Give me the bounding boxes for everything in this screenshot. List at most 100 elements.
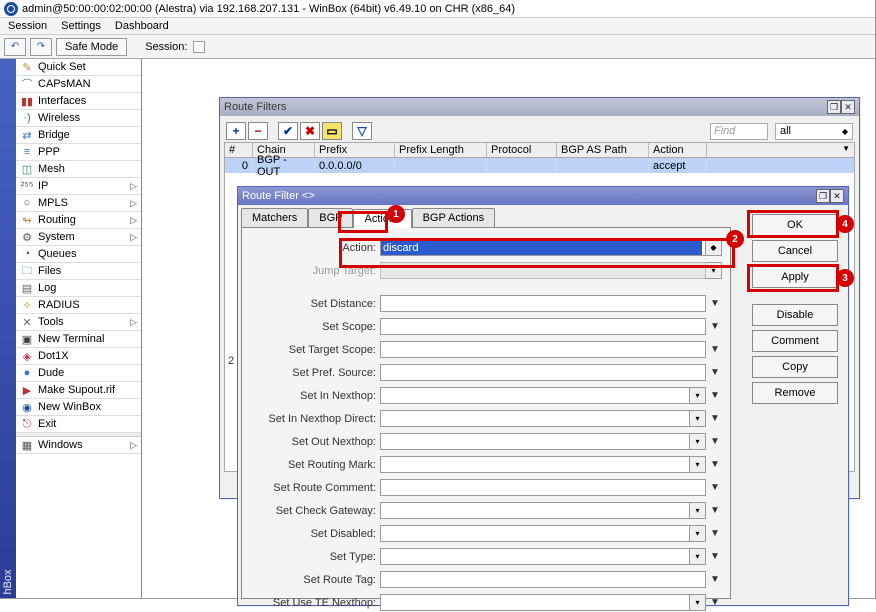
add-chevron-icon[interactable]: ▼ [708,410,722,427]
sidebar-item-bridge[interactable]: ⇄Bridge [16,127,141,144]
add-chevron-icon[interactable]: ▼ [708,318,722,335]
sidebar-item-new-winbox[interactable]: ◉New WinBox [16,399,141,416]
sidebar-item-new-terminal[interactable]: ▣New Terminal [16,331,141,348]
field-input[interactable] [380,341,706,358]
th-prefixlen[interactable]: Prefix Length [395,143,487,157]
comment-button[interactable]: Comment [752,330,838,352]
apply-button[interactable]: Apply [752,266,838,288]
field-input[interactable]: discard [380,239,706,256]
redo-button[interactable]: ↷ [30,38,52,56]
restore-icon[interactable]: ❐ [816,189,830,203]
sidebar-item-files[interactable]: 🗀Files [16,263,141,280]
tab-bgp[interactable]: BGP [308,208,353,227]
dropdown-icon[interactable]: ◆ [706,239,722,256]
sidebar-item-make-supout-rif[interactable]: ▶Make Supout.rif [16,382,141,399]
menu-session[interactable]: Session [8,20,47,32]
filter-button[interactable]: ▽ [352,122,372,140]
add-chevron-icon[interactable]: ▼ [708,295,722,312]
add-chevron-icon[interactable]: ▼ [708,525,722,542]
add-chevron-icon[interactable]: ▼ [708,341,722,358]
cancel-button[interactable]: Cancel [752,240,838,262]
table-row[interactable]: 0 BGP - OUT 0.0.0.0/0 accept [225,158,854,173]
sidebar-item-queues[interactable]: ◔Queues [16,246,141,263]
sidebar-item-ppp[interactable]: ≡PPP [16,144,141,161]
sidebar-item-wireless[interactable]: ·)Wireless [16,110,141,127]
sidebar-item-system[interactable]: ⚙System▷ [16,229,141,246]
field-input[interactable] [380,387,690,404]
th-prefix[interactable]: Prefix [315,143,395,157]
sidebar-item-capsman[interactable]: ⌒CAPsMAN [16,76,141,93]
copy-button[interactable]: Copy [752,356,838,378]
tab-bgp-actions[interactable]: BGP Actions [412,208,496,227]
chevron-down-icon[interactable]: ▼ [842,144,850,153]
add-chevron-icon[interactable]: ▼ [708,548,722,565]
all-filter-select[interactable]: all ◆ [775,123,853,140]
field-input[interactable] [380,364,706,381]
field-input[interactable] [380,502,690,519]
sidebar-item-tools[interactable]: ✕Tools▷ [16,314,141,331]
field-input[interactable] [380,410,690,427]
enable-button[interactable]: ✔ [278,122,298,140]
restore-icon[interactable]: ❐ [827,100,841,114]
route-filters-titlebar[interactable]: Route Filters ❐ ✕ [220,98,859,116]
add-chevron-icon[interactable]: ▼ [708,433,722,450]
sidebar-item-ip[interactable]: ²⁵⁵IP▷ [16,178,141,195]
comment-button[interactable]: ▭ [322,122,342,140]
tab-actions[interactable]: Actions [353,209,411,228]
sidebar-item-routing[interactable]: ↬Routing▷ [16,212,141,229]
dropdown-icon[interactable]: ▾ [706,262,722,279]
field-input[interactable] [380,456,690,473]
th-action[interactable]: Action [649,143,707,157]
add-chevron-icon[interactable]: ▼ [708,594,722,611]
sidebar-item-mesh[interactable]: ◫Mesh [16,161,141,178]
menu-settings[interactable]: Settings [61,20,101,32]
field-input[interactable] [380,433,690,450]
dropdown-icon[interactable]: ▾ [690,525,706,542]
menu-dashboard[interactable]: Dashboard [115,20,169,32]
dropdown-icon[interactable]: ▾ [690,387,706,404]
th-protocol[interactable]: Protocol [487,143,557,157]
safe-mode-button[interactable]: Safe Mode [56,38,127,56]
dropdown-icon[interactable]: ▾ [690,433,706,450]
field-input[interactable] [380,548,690,565]
sidebar-item-interfaces[interactable]: ▮▮Interfaces [16,93,141,110]
tab-matchers[interactable]: Matchers [241,208,308,227]
close-icon[interactable]: ✕ [830,189,844,203]
sidebar-item-dude[interactable]: ●Dude [16,365,141,382]
add-chevron-icon[interactable]: ▼ [708,479,722,496]
sidebar-item-mpls[interactable]: ○MPLS▷ [16,195,141,212]
field-input[interactable] [380,318,706,335]
route-filter-titlebar[interactable]: Route Filter <> ❐ ✕ [238,187,848,205]
add-chevron-icon[interactable]: ▼ [708,571,722,588]
sidebar-item-radius[interactable]: ✧RADIUS [16,297,141,314]
add-chevron-icon[interactable]: ▼ [708,387,722,404]
field-input[interactable] [380,594,690,611]
dropdown-icon[interactable]: ▾ [690,410,706,427]
field-input[interactable] [380,571,706,588]
remove-button[interactable]: − [248,122,268,140]
disable-button[interactable]: Disable [752,304,838,326]
field-input[interactable] [380,262,706,279]
field-input[interactable] [380,479,706,496]
dropdown-icon[interactable]: ▾ [690,594,706,611]
undo-button[interactable]: ↶ [4,38,26,56]
sidebar-item-quick-set[interactable]: ✎Quick Set [16,59,141,76]
dropdown-icon[interactable]: ▾ [690,502,706,519]
close-icon[interactable]: ✕ [841,100,855,114]
th-bgpaspath[interactable]: BGP AS Path [557,143,649,157]
sidebar-item-windows[interactable]: ▦Windows▷ [16,437,141,454]
find-input[interactable]: Find [710,123,768,140]
sidebar-item-log[interactable]: ▤Log [16,280,141,297]
remove-button[interactable]: Remove [752,382,838,404]
dropdown-icon[interactable]: ▾ [690,456,706,473]
dropdown-icon[interactable]: ▾ [690,548,706,565]
field-input[interactable] [380,295,706,312]
sidebar-item-exit[interactable]: ⎋Exit [16,416,141,433]
session-checkbox[interactable] [193,41,205,53]
th-num[interactable]: # [225,143,253,157]
field-input[interactable] [380,525,690,542]
disable-button[interactable]: ✖ [300,122,320,140]
add-chevron-icon[interactable]: ▼ [708,456,722,473]
sidebar-item-dot1x[interactable]: ◈Dot1X [16,348,141,365]
add-chevron-icon[interactable]: ▼ [708,502,722,519]
